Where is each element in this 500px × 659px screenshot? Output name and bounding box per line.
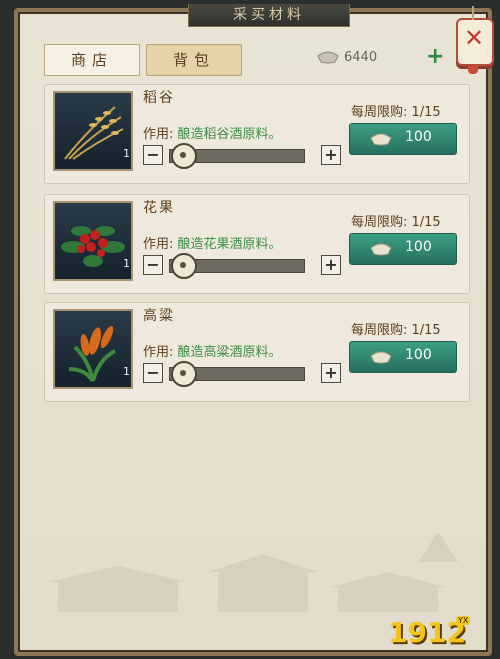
add-currency-icon[interactable]: +: [426, 46, 444, 68]
item-effect: 作用: 酿造稻谷酒原料。: [143, 123, 282, 142]
increase-button[interactable]: +: [321, 255, 341, 275]
close-button[interactable]: ✕: [456, 6, 494, 74]
weekly-limit: 每周限购: 1/15: [351, 323, 441, 338]
buy-button[interactable]: 100: [349, 341, 457, 373]
watermark-tag: YX: [456, 616, 471, 625]
increase-button[interactable]: +: [321, 363, 341, 383]
panel-title: 采买材料: [188, 4, 350, 27]
item-effect: 作用: 酿造花果酒原料。: [143, 233, 282, 252]
silver-ingot-icon: [370, 351, 392, 364]
shop-item: 1 稻谷 作用: 酿造稻谷酒原料。 每周限购: 1/15 100 − +: [44, 84, 470, 184]
effect-label: 作用:: [143, 237, 174, 252]
silver-ingot-icon: [370, 133, 392, 146]
item-name: 花果: [143, 200, 175, 216]
watermark-logo: 1912: [388, 616, 466, 649]
tab-bag[interactable]: 背包: [146, 44, 242, 76]
price: 100: [405, 129, 432, 145]
silver-ingot-icon: [317, 51, 339, 64]
weekly-limit: 每周限购: 1/15: [351, 105, 441, 120]
shop-panel: 采买材料 商店 背包 6440 + 1 稻谷 作用: 酿造稻谷酒原料。 每周限购…: [14, 4, 492, 656]
weekly-limit: 每周限购: 1/15: [351, 215, 441, 230]
item-name: 高粱: [143, 308, 175, 324]
buy-button[interactable]: 100: [349, 123, 457, 155]
item-effect: 作用: 酿造高粱酒原料。: [143, 341, 282, 360]
sorghum-icon: [53, 309, 133, 389]
item-quantity: 1: [123, 147, 130, 160]
rice-icon: [53, 91, 133, 171]
buy-button[interactable]: 100: [349, 233, 457, 265]
slider-handle[interactable]: [171, 143, 197, 169]
slider-handle[interactable]: [171, 253, 197, 279]
effect-label: 作用:: [143, 127, 174, 142]
slider-handle[interactable]: [171, 361, 197, 387]
effect-text: 酿造稻谷酒原料。: [177, 127, 282, 142]
silver-ingot-icon: [370, 243, 392, 256]
effect-text: 酿造花果酒原料。: [177, 237, 282, 252]
effect-text: 酿造高粱酒原料。: [177, 345, 282, 360]
flower-fruit-icon: [53, 201, 133, 281]
item-quantity: 1: [123, 365, 130, 378]
background-palace-art: [48, 532, 458, 612]
price: 100: [405, 239, 432, 255]
shop-item: 1 高粱 作用: 酿造高粱酒原料。 每周限购: 1/15 100 − +: [44, 302, 470, 402]
currency-display: 6440 +: [316, 46, 446, 68]
price: 100: [405, 347, 432, 363]
close-icon: ✕: [464, 24, 485, 52]
item-name: 稻谷: [143, 90, 175, 106]
increase-button[interactable]: +: [321, 145, 341, 165]
decrease-button[interactable]: −: [143, 145, 163, 165]
item-quantity: 1: [123, 257, 130, 270]
tab-shop[interactable]: 商店: [44, 44, 140, 76]
effect-label: 作用:: [143, 345, 174, 360]
currency-amount: 6440: [344, 50, 378, 65]
shop-item: 1 花果 作用: 酿造花果酒原料。 每周限购: 1/15 100 − +: [44, 194, 470, 294]
decrease-button[interactable]: −: [143, 255, 163, 275]
decrease-button[interactable]: −: [143, 363, 163, 383]
